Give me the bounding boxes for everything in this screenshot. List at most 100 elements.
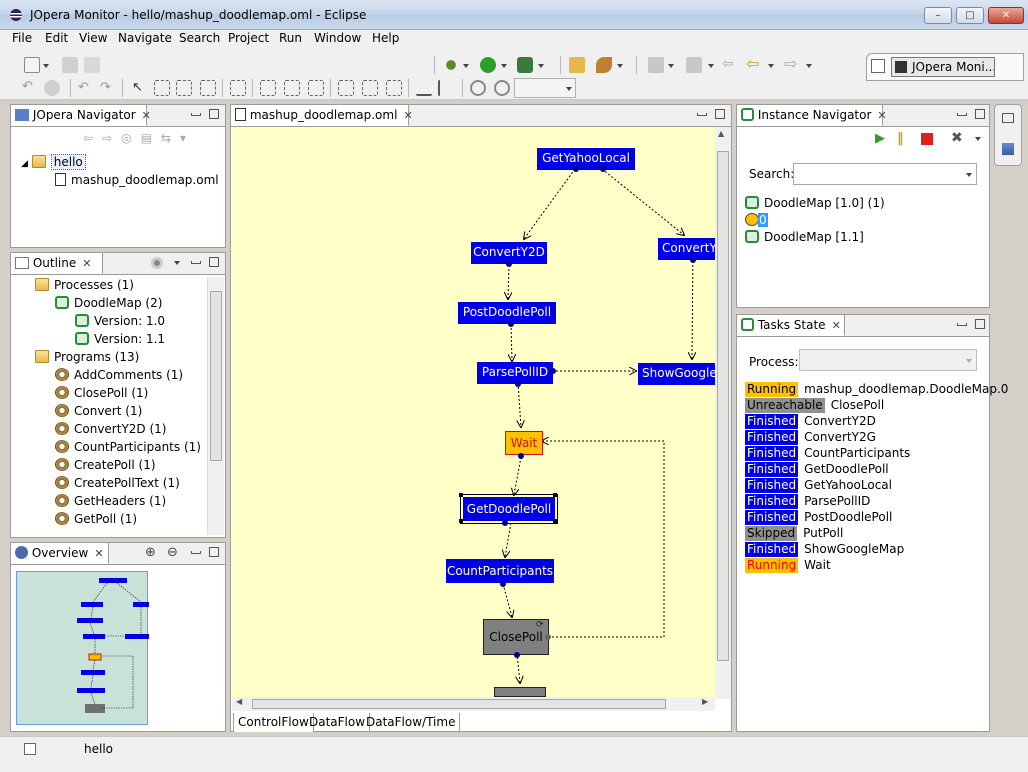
outline-item[interactable]: Convert (1) <box>55 404 142 421</box>
task-node-wait[interactable]: Wait <box>505 431 543 455</box>
task-state-row[interactable]: Finished CountParticipants <box>745 445 910 461</box>
menu-search[interactable]: Search <box>179 31 220 45</box>
marquee-tool-icon[interactable] <box>154 80 170 96</box>
back-icon[interactable]: ⇦ <box>746 56 762 73</box>
external-tools-icon[interactable] <box>517 57 533 73</box>
new-icon[interactable] <box>24 57 40 73</box>
close-icon[interactable]: ✕ <box>403 109 412 122</box>
task-state-row[interactable]: Finished GetDoodlePoll <box>745 461 889 477</box>
tree-item-oml-file[interactable]: mashup_doodlemap.oml <box>55 173 219 190</box>
task-state-row[interactable]: Finished PostDoodlePoll <box>745 509 892 525</box>
minimize-view-icon[interactable] <box>957 113 967 116</box>
search-input[interactable] <box>793 163 977 185</box>
task-state-row[interactable]: Running Wait <box>745 557 831 573</box>
task-state-row[interactable]: Unreachable ClosePoll <box>745 397 884 413</box>
zoom-in-icon[interactable] <box>470 80 486 96</box>
outline-item[interactable]: GetPoll (1) <box>55 512 137 529</box>
outline-item[interactable]: Programs (13) <box>35 350 139 367</box>
maximize-view-icon[interactable] <box>975 109 985 119</box>
resume-icon[interactable]: ▶ <box>875 131 885 146</box>
zoom-out-icon[interactable] <box>494 80 510 96</box>
delete-icon[interactable]: ✖ <box>951 130 963 146</box>
process-diagram-canvas[interactable]: GetYahooLocal ConvertY2D ConvertY PostDo… <box>232 127 715 697</box>
close-window-button[interactable]: ✕ <box>988 7 1024 24</box>
zoom-in-icon[interactable]: ⊕ <box>145 545 156 560</box>
tree-item-hello[interactable]: ◢ hello <box>21 154 86 172</box>
open-folder-icon[interactable] <box>569 57 585 73</box>
task-state-row[interactable]: Running mashup_doodlemap.DoodleMap.0 <box>745 381 1008 397</box>
scrollbar-thumb[interactable] <box>717 151 729 661</box>
align-right-icon[interactable] <box>308 80 324 96</box>
table-view-icon[interactable] <box>1002 143 1014 155</box>
task-state-row[interactable]: Skipped PutPoll <box>745 525 843 541</box>
close-icon[interactable]: ✕ <box>142 109 151 122</box>
outline-item[interactable]: CountParticipants (1) <box>55 440 201 457</box>
task-node-getyahoolocal[interactable]: GetYahooLocal <box>537 148 635 170</box>
outline-item[interactable]: ClosePoll (1) <box>55 386 148 403</box>
print-icon[interactable] <box>84 57 100 73</box>
task-node-postdoodlepoll[interactable]: PostDoodlePoll <box>458 302 556 324</box>
instance-item[interactable]: DoodleMap [1.1] <box>745 230 864 247</box>
task-state-row[interactable]: Finished ShowGoogleMap <box>745 541 904 557</box>
tab-editor-file[interactable]: mashup_doodlemap.oml ✕ <box>231 105 413 126</box>
tab-dataflow[interactable]: DataFlow <box>305 713 371 732</box>
open-perspective-icon[interactable] <box>871 59 885 73</box>
connect-tool-icon[interactable] <box>176 80 192 96</box>
pause-icon[interactable]: ‖ <box>897 131 904 146</box>
menu-view[interactable]: View <box>79 31 107 45</box>
minimize-view-icon[interactable] <box>957 323 967 326</box>
perspective-jopera-monitor[interactable]: JOpera Moni... <box>891 57 995 77</box>
undo-edit-icon[interactable]: ↶ <box>78 80 94 96</box>
redo-edit-icon[interactable]: ↷ <box>100 80 116 96</box>
zoom-out-icon[interactable]: ⊖ <box>167 545 178 560</box>
match-height-icon[interactable] <box>438 80 454 96</box>
maximize-view-icon[interactable] <box>209 109 219 119</box>
instance-item-selected[interactable]: 0 <box>745 213 983 230</box>
menu-edit[interactable]: Edit <box>45 31 68 45</box>
maximize-view-icon[interactable] <box>209 257 219 267</box>
menu-navigate[interactable]: Navigate <box>118 31 172 45</box>
align-top-icon[interactable] <box>338 80 354 96</box>
debug-icon[interactable] <box>443 57 459 73</box>
tab-outline[interactable]: Outline ✕ <box>11 253 103 274</box>
outline-item[interactable]: Version: 1.1 <box>75 332 165 349</box>
outline-item[interactable]: DoodleMap (2) <box>55 296 162 313</box>
close-icon[interactable]: ✕ <box>832 319 841 332</box>
align-center-icon[interactable] <box>284 80 300 96</box>
maximize-view-icon[interactable] <box>975 319 985 329</box>
last-edit-icon[interactable]: ⇦ <box>722 57 738 73</box>
task-state-row[interactable]: Finished ConvertY2G <box>745 429 876 445</box>
tab-overview[interactable]: Overview ✕ <box>11 543 109 564</box>
overview-thumbnail[interactable] <box>16 571 151 725</box>
grid-icon[interactable] <box>230 80 246 96</box>
close-icon[interactable]: ✕ <box>877 109 886 122</box>
close-icon[interactable]: ✕ <box>82 257 91 270</box>
task-state-row[interactable]: Finished ConvertY2D <box>745 413 876 429</box>
align-left-icon[interactable] <box>260 80 276 96</box>
task-node-parsepollid[interactable]: ParsePollID <box>477 362 553 384</box>
tab-jopera-navigator[interactable]: JOpera Navigator ✕ <box>11 105 151 126</box>
forward-icon[interactable]: ⇨ <box>784 56 800 73</box>
menu-project[interactable]: Project <box>228 31 269 45</box>
menu-run[interactable]: Run <box>279 31 302 45</box>
outline-item[interactable]: CreatePoll (1) <box>55 458 156 475</box>
tab-tasks-state[interactable]: Tasks State ✕ <box>737 315 845 336</box>
save-icon[interactable] <box>62 57 78 73</box>
align-middle-icon[interactable] <box>362 80 378 96</box>
outline-item[interactable]: GetHeaders (1) <box>55 494 166 511</box>
layout-tool-icon[interactable] <box>200 80 216 96</box>
refresh-icon[interactable] <box>44 80 60 96</box>
stop-icon[interactable] <box>921 133 933 145</box>
task-node-countparticipants[interactable]: CountParticipants <box>446 559 554 583</box>
select-tool-icon[interactable]: ↖ <box>132 80 148 96</box>
fast-view-icon[interactable] <box>24 743 36 755</box>
task-node-showgooglemap[interactable]: ShowGoogle <box>638 363 715 385</box>
menu-help[interactable]: Help <box>372 31 399 45</box>
maximize-button[interactable]: □ <box>956 7 984 24</box>
pin-icon[interactable] <box>596 57 612 73</box>
task-node-converty2g[interactable]: ConvertY <box>658 238 715 260</box>
outline-scrollbar[interactable] <box>207 277 224 535</box>
tab-dataflow-time[interactable]: DataFlow/Time <box>362 713 461 732</box>
restore-icon[interactable] <box>1002 113 1014 123</box>
match-width-icon[interactable] <box>416 80 432 96</box>
